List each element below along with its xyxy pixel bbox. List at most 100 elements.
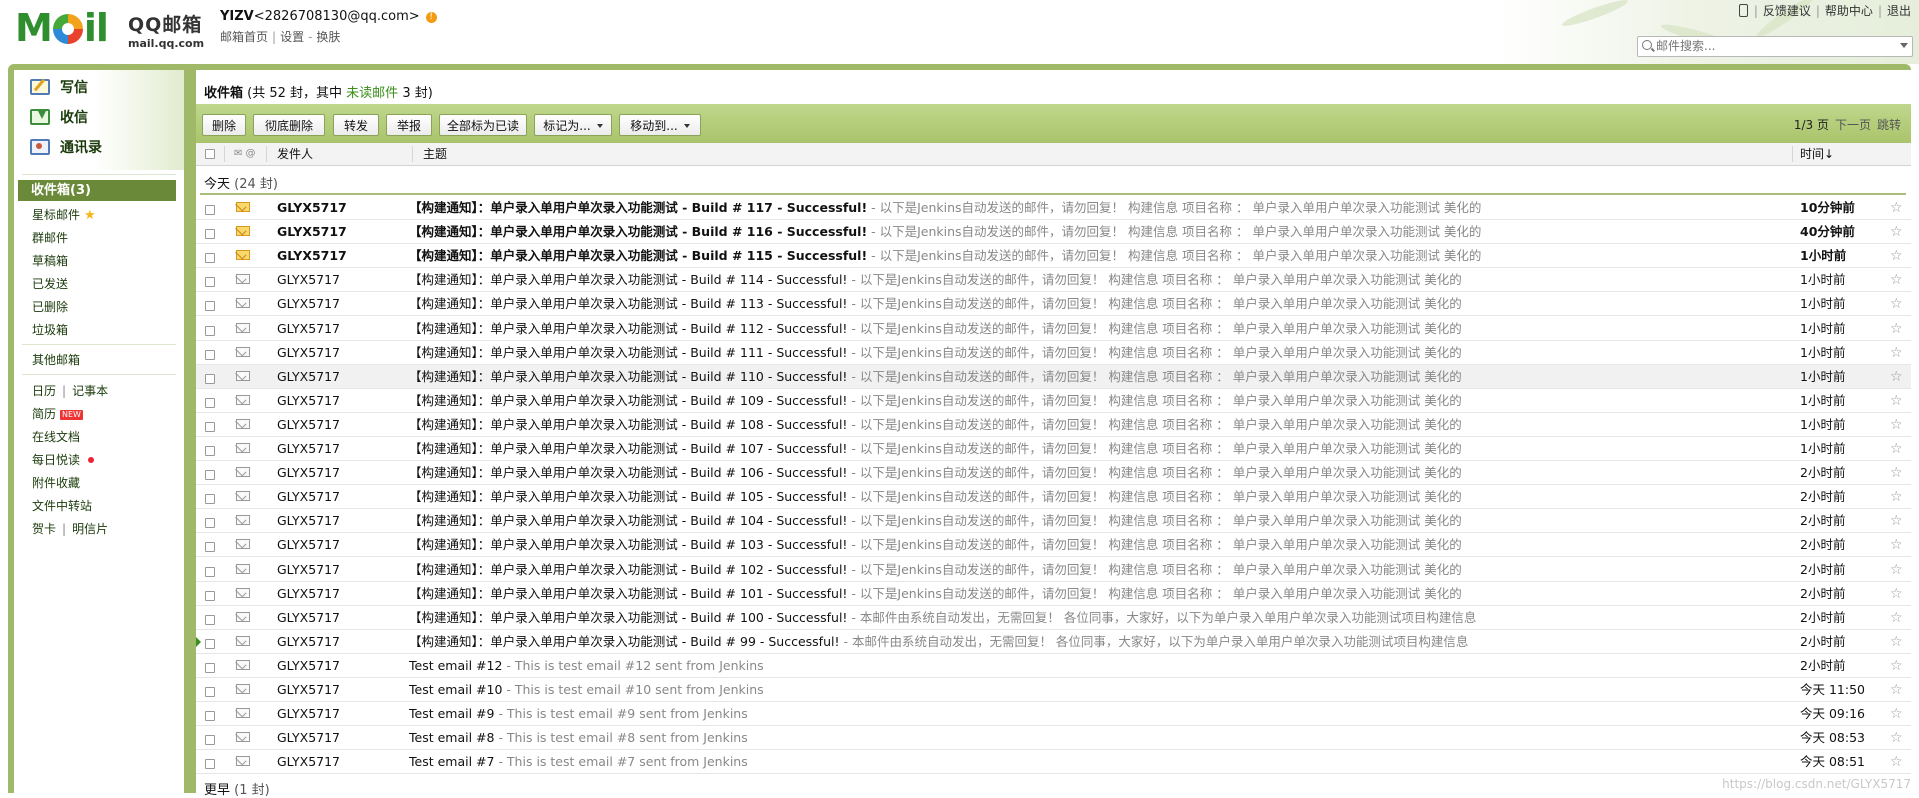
star-outline-icon[interactable]: ☆ (1890, 244, 1903, 268)
search-input[interactable] (1656, 38, 1886, 54)
row-checkbox[interactable] (205, 324, 215, 339)
star-outline-icon[interactable]: ☆ (1890, 702, 1903, 726)
report-button[interactable]: 举报 (386, 114, 432, 136)
warning-icon[interactable]: ! (425, 12, 437, 23)
row-sender[interactable]: GLYX5717 (277, 533, 340, 557)
row-subject[interactable]: 【构建通知】：单户录入单用户单次录入功能测试 - Build # 116 - S… (409, 220, 1481, 244)
star-outline-icon[interactable]: ☆ (1890, 558, 1903, 582)
row-checkbox[interactable] (205, 348, 215, 363)
row-sender[interactable]: GLYX5717 (277, 485, 340, 509)
row-sender[interactable]: GLYX5717 (277, 630, 340, 654)
star-outline-icon[interactable]: ☆ (1890, 413, 1903, 437)
mail-row[interactable]: GLYX5717 【构建通知】：单户录入单用户单次录入功能测试 - Build #… (196, 244, 1911, 269)
row-checkbox[interactable] (205, 275, 215, 290)
folder-drafts[interactable]: 草稿箱 (32, 252, 68, 269)
row-checkbox[interactable] (205, 468, 215, 483)
row-subject[interactable]: Test email #10 - This is test email #10 … (409, 678, 764, 702)
row-sender[interactable]: GLYX5717 (277, 582, 340, 606)
mark-all-read-button[interactable]: 全部标为已读 (439, 114, 527, 136)
star-outline-icon[interactable]: ☆ (1890, 317, 1903, 341)
row-subject[interactable]: Test email #8 - This is test email #8 se… (409, 726, 748, 750)
folder-group[interactable]: 群邮件 (32, 229, 68, 246)
row-sender[interactable]: GLYX5717 (277, 461, 340, 485)
contacts-button[interactable]: 通讯录 (30, 136, 102, 158)
row-sender[interactable]: GLYX5717 (277, 509, 340, 533)
row-sender[interactable]: GLYX5717 (277, 654, 340, 678)
app-file-transfer[interactable]: 文件中转站 (32, 497, 92, 514)
row-checkbox[interactable] (205, 299, 215, 314)
mail-row[interactable]: GLYX5717 Test email #9 - This is test ema… (196, 702, 1911, 727)
row-subject[interactable]: 【构建通知】：单户录入单用户单次录入功能测试 - Build # 110 - S… (409, 365, 1462, 389)
row-checkbox[interactable] (205, 420, 215, 435)
row-subject[interactable]: 【构建通知】：单户录入单用户单次录入功能测试 - Build # 108 - S… (409, 413, 1462, 437)
row-subject[interactable]: 【构建通知】：单户录入单用户单次录入功能测试 - Build # 104 - S… (409, 509, 1462, 533)
row-sender[interactable]: GLYX5717 (277, 678, 340, 702)
other-mailbox[interactable]: 其他邮箱 (32, 351, 80, 368)
row-subject[interactable]: 【构建通知】：单户录入单用户单次录入功能测试 - Build # 107 - S… (409, 437, 1462, 461)
mail-row[interactable]: GLYX5717 【构建通知】：单户录入单用户单次录入功能测试 - Build #… (196, 196, 1911, 220)
mail-row[interactable]: GLYX5717 Test email #8 - This is test ema… (196, 726, 1911, 751)
star-outline-icon[interactable]: ☆ (1890, 726, 1903, 750)
row-checkbox[interactable] (205, 613, 215, 628)
star-outline-icon[interactable]: ☆ (1890, 196, 1903, 220)
mail-row[interactable]: GLYX5717 【构建通知】：单户录入单用户单次录入功能测试 - Build #… (196, 630, 1911, 654)
star-outline-icon[interactable]: ☆ (1890, 461, 1903, 485)
row-sender[interactable]: GLYX5717 (277, 606, 340, 630)
star-outline-icon[interactable]: ☆ (1890, 365, 1903, 389)
row-sender[interactable]: GLYX5717 (277, 558, 340, 582)
mail-row[interactable]: GLYX5717 【构建通知】：单户录入单用户单次录入功能测试 - Build #… (196, 558, 1911, 582)
column-subject[interactable]: 主题 (423, 143, 447, 165)
mail-row[interactable]: GLYX5717 【构建通知】：单户录入单用户单次录入功能测试 - Build #… (196, 437, 1911, 461)
app-attachments[interactable]: 附件收藏 (32, 474, 80, 491)
row-subject[interactable]: 【构建通知】：单户录入单用户单次录入功能测试 - Build # 112 - S… (409, 317, 1462, 341)
row-subject[interactable]: Test email #7 - This is test email #7 se… (409, 750, 748, 774)
star-outline-icon[interactable]: ☆ (1890, 268, 1903, 292)
mail-row[interactable]: GLYX5717 【构建通知】：单户录入单用户单次录入功能测试 - Build #… (196, 389, 1911, 413)
folder-deleted[interactable]: 已删除 (32, 298, 68, 315)
mail-row[interactable]: GLYX5717 【构建通知】：单户录入单用户单次录入功能测试 - Build #… (196, 317, 1911, 341)
column-sender[interactable]: 发件人 (277, 143, 313, 165)
star-outline-icon[interactable]: ☆ (1890, 582, 1903, 606)
mobile-icon[interactable] (1738, 4, 1748, 17)
permanent-delete-button[interactable]: 彻底删除 (253, 114, 325, 136)
app-online-docs[interactable]: 在线文档 (32, 428, 80, 445)
row-subject[interactable]: 【构建通知】：单户录入单用户单次录入功能测试 - Build # 101 - S… (409, 582, 1462, 606)
mail-row[interactable]: GLYX5717 【构建通知】：单户录入单用户单次录入功能测试 - Build #… (196, 461, 1911, 486)
row-sender[interactable]: GLYX5717 (277, 341, 340, 365)
row-subject[interactable]: 【构建通知】：单户录入单用户单次录入功能测试 - Build # 100 - S… (409, 606, 1476, 630)
mark-as-dropdown[interactable]: 标记为... (534, 114, 612, 136)
mail-row[interactable]: GLYX5717 【构建通知】：单户录入单用户单次录入功能测试 - Build #… (196, 292, 1911, 317)
row-sender[interactable]: GLYX5717 (277, 244, 347, 268)
link-settings[interactable]: 设置 (280, 30, 304, 44)
move-to-dropdown[interactable]: 移动到... (619, 114, 701, 136)
row-checkbox[interactable] (205, 685, 215, 700)
mail-row[interactable]: GLYX5717 【构建通知】：单户录入单用户单次录入功能测试 - Build #… (196, 582, 1911, 606)
unread-mail-link[interactable]: 未读邮件 (346, 86, 398, 101)
mail-row[interactable]: GLYX5717 【构建通知】：单户录入单用户单次录入功能测试 - Build #… (196, 220, 1911, 245)
row-checkbox[interactable] (205, 251, 215, 266)
app-postcard[interactable]: 明信片 (72, 522, 108, 536)
row-checkbox[interactable] (205, 589, 215, 604)
row-checkbox[interactable] (205, 709, 215, 724)
delete-button[interactable]: 删除 (202, 114, 246, 136)
row-subject[interactable]: 【构建通知】：单户录入单用户单次录入功能测试 - Build # 105 - S… (409, 485, 1462, 509)
star-outline-icon[interactable]: ☆ (1890, 654, 1903, 678)
row-checkbox[interactable] (205, 372, 215, 387)
row-sender[interactable]: GLYX5717 (277, 220, 347, 244)
row-sender[interactable]: GLYX5717 (277, 292, 340, 316)
row-checkbox[interactable] (205, 203, 215, 218)
row-subject[interactable]: 【构建通知】：单户录入单用户单次录入功能测试 - Build # 114 - S… (409, 268, 1462, 292)
receive-button[interactable]: 收信 (30, 106, 88, 128)
row-checkbox[interactable] (205, 637, 215, 652)
link-change-skin[interactable]: 换肤 (316, 30, 340, 44)
row-checkbox[interactable] (205, 492, 215, 507)
folder-sent[interactable]: 已发送 (32, 275, 68, 292)
mail-row[interactable]: GLYX5717 【构建通知】：单户录入单用户单次录入功能测试 - Build #… (196, 268, 1911, 293)
row-checkbox[interactable] (205, 444, 215, 459)
row-sender[interactable]: GLYX5717 (277, 726, 340, 750)
link-mail-home[interactable]: 邮箱首页 (220, 30, 268, 44)
mail-row[interactable]: GLYX5717 【构建通知】：单户录入单用户单次录入功能测试 - Build #… (196, 413, 1911, 437)
mail-row[interactable]: GLYX5717 【构建通知】：单户录入单用户单次录入功能测试 - Build #… (196, 485, 1911, 510)
row-subject[interactable]: 【构建通知】：单户录入单用户单次录入功能测试 - Build # 113 - S… (409, 292, 1462, 316)
star-outline-icon[interactable]: ☆ (1890, 750, 1903, 774)
